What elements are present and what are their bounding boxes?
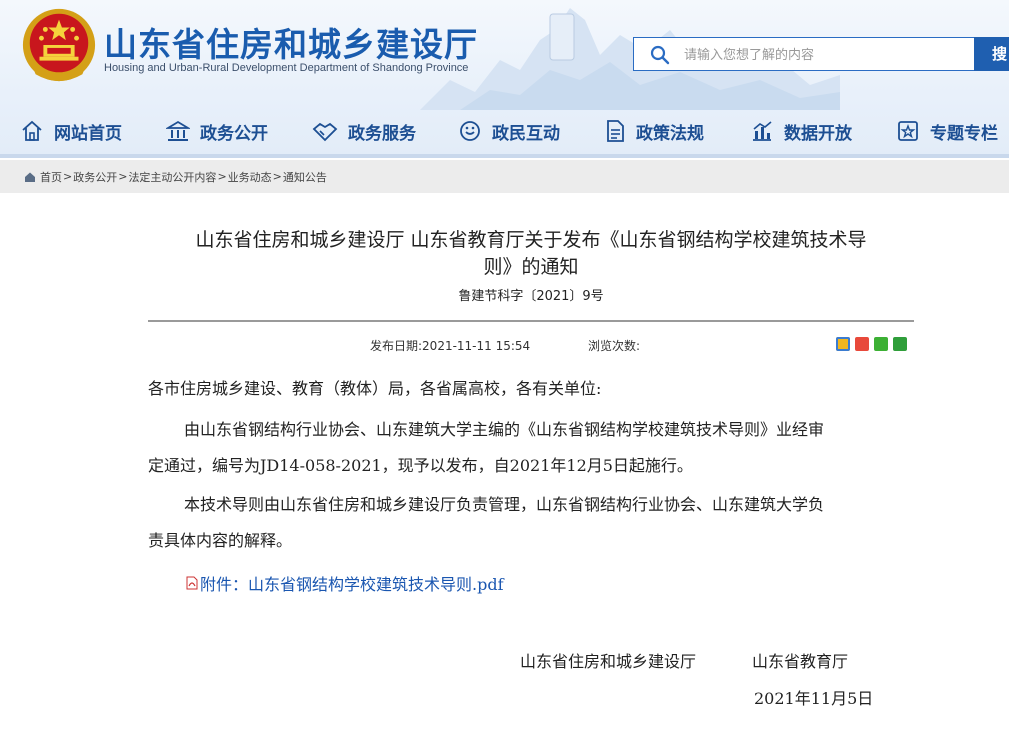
main-nav: 网站首页 政务公开 政务服务 政民互动 政策法规 数据开放 专题专栏 xyxy=(0,110,1009,152)
nav-item-open-data[interactable]: 数据开放 xyxy=(750,110,852,152)
home-icon xyxy=(25,172,35,182)
nav-label: 政务公开 xyxy=(200,123,268,144)
nav-item-gov-affairs-open[interactable]: 政务公开 xyxy=(166,110,268,152)
publish-date: 发布日期:2021-11-11 15:54 xyxy=(370,339,531,353)
site-header: 山东省住房和城乡建设厅 Housing and Urban-Rural Deve… xyxy=(0,0,1009,158)
search-input[interactable] xyxy=(682,38,966,72)
nav-label: 网站首页 xyxy=(54,123,122,144)
national-emblem-logo xyxy=(22,8,96,82)
site-subtitle: Housing and Urban-Rural Development Depa… xyxy=(104,62,469,74)
weibo-share-icon[interactable] xyxy=(855,337,869,351)
article-title-line: 山东省住房和城乡建设厅 山东省教育厅关于发布《山东省钢结构学校建筑技术导 xyxy=(195,229,867,251)
qzone-share-icon[interactable] xyxy=(836,337,850,351)
paragraph-line: 本技术导则由山东省住房和城乡建设厅负责管理，山东省钢结构行业协会、山东建筑大学负 xyxy=(184,495,825,514)
handshake-icon xyxy=(312,122,338,142)
document-number: 鲁建节科字〔2021〕9号 xyxy=(458,289,604,304)
share-buttons xyxy=(836,337,907,351)
search-box xyxy=(633,37,975,72)
search-icon xyxy=(650,45,670,65)
breadcrumb-gov-open[interactable]: 政务公开 xyxy=(73,169,117,185)
star-folder-icon xyxy=(898,121,918,141)
home-icon xyxy=(22,120,42,141)
article-title: 山东省住房和城乡建设厅 山东省教育厅关于发布《山东省钢结构学校建筑技术导 则》的… xyxy=(148,227,914,281)
breadcrumb: 首页 > 政务公开 > 法定主动公开内容 > 业务动态 > 通知公告 xyxy=(24,160,327,193)
breadcrumb-business-news[interactable]: 业务动态 xyxy=(228,169,272,185)
search-bar: 搜 xyxy=(633,37,1009,72)
site-title: 山东省住房和城乡建设厅 xyxy=(104,25,478,64)
wechat-share-icon[interactable] xyxy=(874,337,888,351)
attachment-label: 附件：山东省钢结构学校建筑技术导则.pdf xyxy=(200,575,504,594)
nav-item-policies[interactable]: 政策法规 xyxy=(604,110,704,152)
nav-label: 数据开放 xyxy=(784,123,852,144)
article-title-line: 则》的通知 xyxy=(483,256,579,278)
paragraph-2: 本技术导则由山东省住房和城乡建设厅负责管理，山东省钢结构行业协会、山东建筑大学负… xyxy=(148,487,918,559)
paragraph-line: 责具体内容的解释。 xyxy=(148,531,293,550)
signer-housing-dept: 山东省住房和城乡建设厅 xyxy=(520,652,697,671)
breadcrumb-notices[interactable]: 通知公告 xyxy=(283,169,327,185)
nav-divider xyxy=(0,154,1009,158)
chart-icon xyxy=(753,121,772,141)
nav-item-interaction[interactable]: 政民互动 xyxy=(458,110,560,152)
paragraph-line: 由山东省钢结构行业协会、山东建筑大学主编的《山东省钢结构学校建筑技术导则》业经审 xyxy=(184,420,825,439)
nav-item-home[interactable]: 网站首页 xyxy=(20,110,122,152)
issue-date: 2021年11月5日 xyxy=(754,689,874,708)
nav-item-gov-services[interactable]: 政务服务 xyxy=(312,110,416,152)
douban-share-icon[interactable] xyxy=(893,337,907,351)
salutation: 各市住房城乡建设、教育（教体）局，各省属高校，各有关单位: xyxy=(148,379,602,398)
view-count: 浏览次数: xyxy=(588,339,641,353)
government-building-icon xyxy=(166,120,190,141)
search-button[interactable]: 搜 xyxy=(974,37,1009,71)
breadcrumb-legal-disclosure[interactable]: 法定主动公开内容 xyxy=(128,169,216,185)
title-divider xyxy=(148,320,914,322)
document-icon xyxy=(607,120,624,142)
nav-label: 政务服务 xyxy=(348,123,416,144)
nav-label: 政民互动 xyxy=(492,123,560,144)
paragraph-line: 定通过，编号为JD14-058-2021，现予以发布，自2021年12月5日起施… xyxy=(148,456,693,475)
interaction-icon xyxy=(460,121,480,141)
signer-education-dept: 山东省教育厅 xyxy=(752,652,849,671)
breadcrumb-home[interactable]: 首页 xyxy=(40,169,62,185)
pdf-file-icon xyxy=(186,576,198,590)
nav-item-special-topics[interactable]: 专题专栏 xyxy=(896,110,998,152)
paragraph-1: 由山东省钢结构行业协会、山东建筑大学主编的《山东省钢结构学校建筑技术导则》业经审… xyxy=(148,412,918,484)
breadcrumb-bar: 首页 > 政务公开 > 法定主动公开内容 > 业务动态 > 通知公告 xyxy=(0,160,1009,193)
nav-label: 专题专栏 xyxy=(930,123,998,144)
attachment-link[interactable]: 附件：山东省钢结构学校建筑技术导则.pdf xyxy=(186,571,504,595)
nav-label: 政策法规 xyxy=(636,123,704,144)
